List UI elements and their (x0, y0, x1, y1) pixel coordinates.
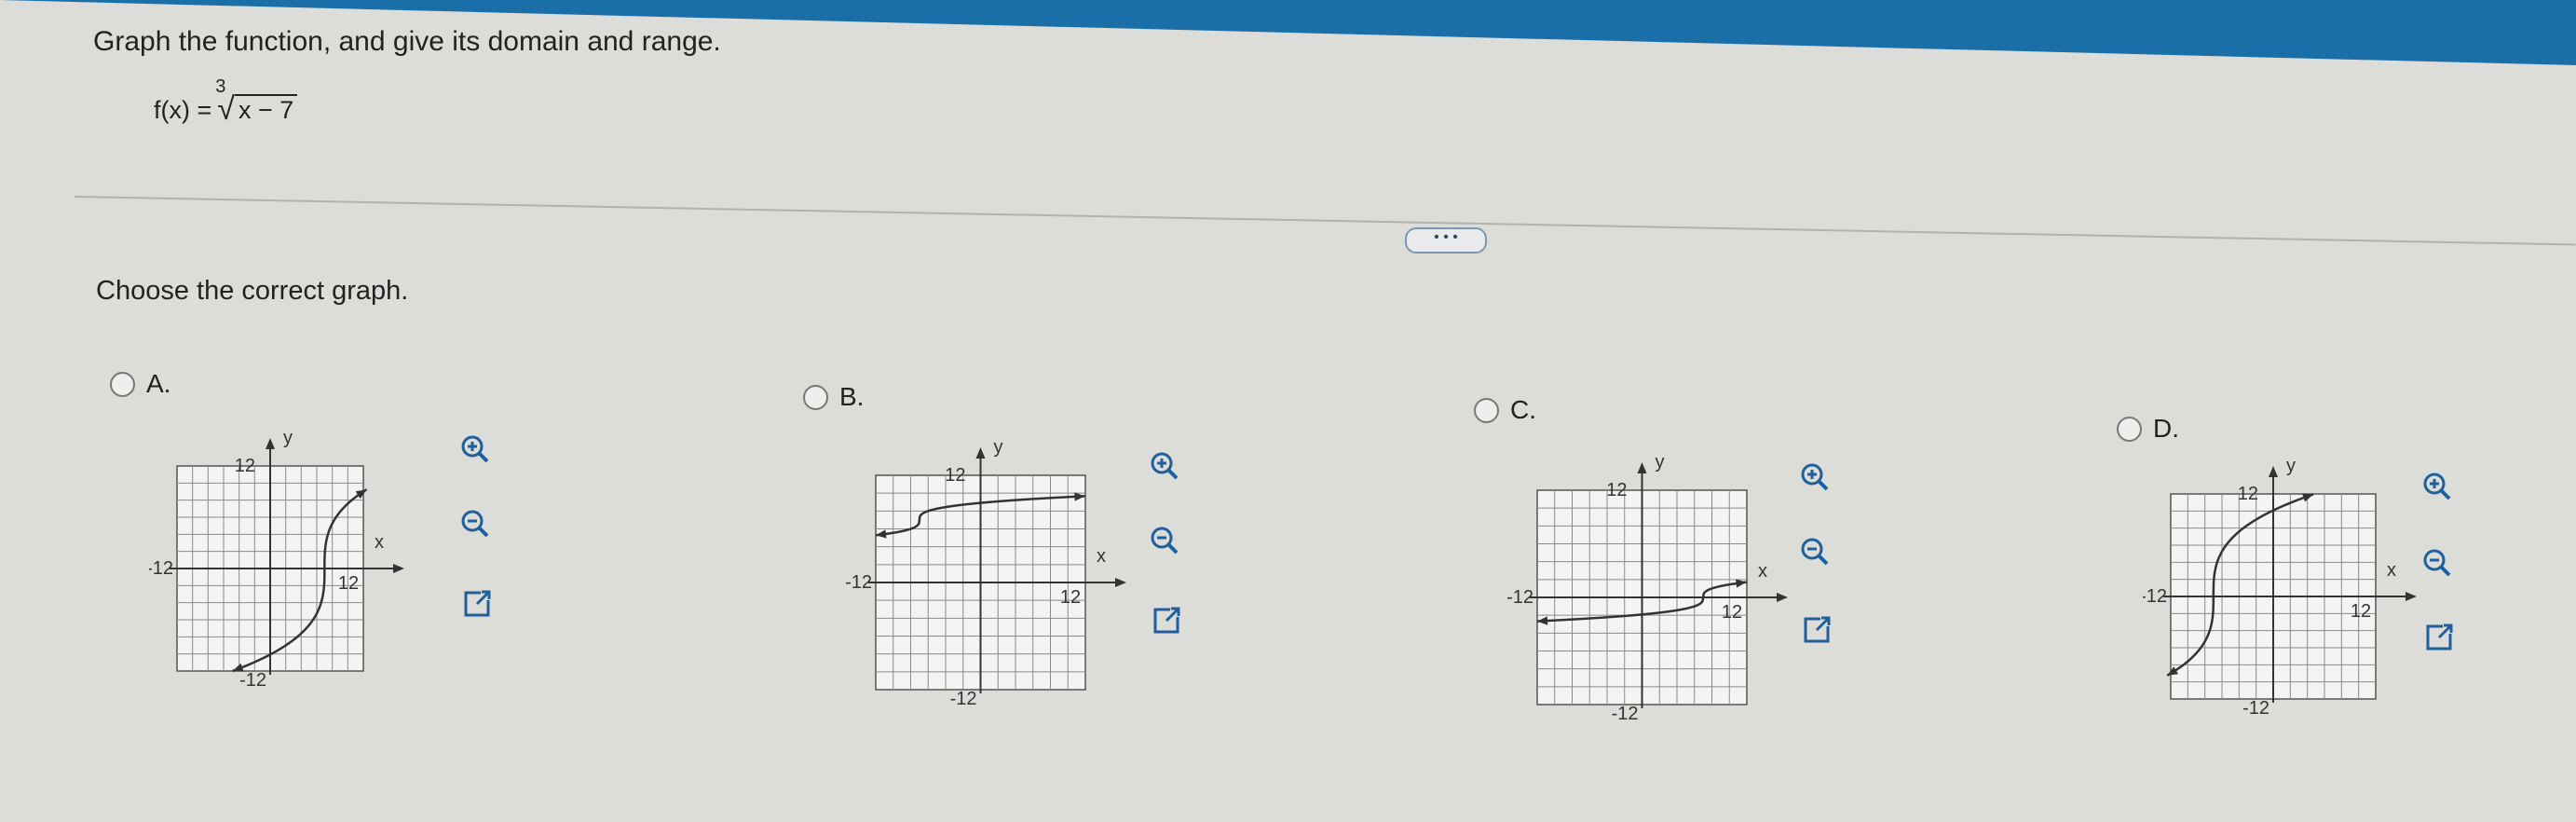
function-lhs: f(x) = (154, 96, 212, 124)
open-external-icon[interactable] (458, 585, 496, 623)
tick-label-top: 12 (1606, 480, 1627, 500)
section-divider (74, 196, 2576, 246)
x-axis-label: x (1758, 561, 1767, 582)
tick-label-right: 12 (2351, 601, 2371, 622)
option-letter: C. (1510, 395, 1536, 424)
option-letter: A. (146, 369, 171, 398)
radicand: x − 7 (234, 94, 298, 125)
y-axis-label: y (2286, 457, 2296, 476)
tick-label-bottom: -12 (239, 670, 266, 690)
option-c[interactable]: C. (1474, 395, 1536, 425)
y-axis-arrow (975, 447, 986, 459)
zoom-out-icon[interactable] (1796, 533, 1833, 570)
tick-label-bottom: -12 (950, 689, 977, 708)
radio-button[interactable] (803, 384, 828, 410)
zoom-in-icon[interactable] (2419, 468, 2456, 505)
zoom-out-icon[interactable] (1146, 522, 1183, 559)
y-axis-label: y (1656, 452, 1665, 473)
question-prompt: Graph the function, and give its domain … (93, 26, 721, 57)
function-formula: f(x) = 3 √ x − 7 (154, 76, 298, 127)
x-axis-label: x (1097, 546, 1106, 567)
more-options-button[interactable]: • • • (1405, 227, 1487, 253)
tick-label-left: -12 (845, 572, 872, 593)
tick-label-left: -12 (149, 558, 173, 579)
graph-c: y x 12 -12 -12 12 (1506, 452, 1788, 723)
zoom-in-icon[interactable] (1796, 459, 1833, 496)
tick-label-left: -12 (2143, 586, 2167, 607)
graph-b: y x 12 -12 -12 12 (845, 437, 1126, 708)
option-a[interactable]: A. (110, 369, 170, 399)
tick-label-top: 12 (945, 465, 965, 486)
x-axis-arrow (2406, 592, 2417, 601)
y-axis-label: y (283, 428, 293, 448)
tick-label-top: 12 (2238, 484, 2258, 504)
x-axis-label: x (2387, 560, 2396, 581)
y-axis-arrow (266, 438, 275, 449)
zoom-out-icon[interactable] (457, 505, 494, 542)
x-axis-arrow (1777, 593, 1788, 602)
zoom-in-icon[interactable] (457, 431, 494, 468)
graph-d: y x 12 -12 -12 12 (2143, 457, 2417, 719)
tick-label-bottom: -12 (2242, 698, 2269, 719)
graph-a: y x 12 -12 -12 12 (149, 428, 404, 690)
radio-button[interactable] (1474, 397, 1499, 423)
y-axis-arrow (2269, 466, 2278, 477)
radio-button[interactable] (110, 371, 135, 397)
instruction-text: Choose the correct graph. (96, 276, 409, 306)
tick-label-left: -12 (1506, 587, 1533, 608)
y-axis-arrow (1637, 462, 1647, 473)
root-index: 3 (215, 76, 226, 97)
cube-root: 3 √ x − 7 (215, 76, 298, 127)
x-axis-arrow (393, 564, 404, 573)
option-d[interactable]: D. (2117, 414, 2179, 444)
option-letter: D. (2153, 414, 2179, 443)
radical-sign: √ (217, 91, 235, 127)
open-external-icon[interactable] (2420, 619, 2458, 656)
y-axis-label: y (994, 437, 1003, 458)
option-letter: B. (839, 382, 865, 411)
tick-label-bottom: -12 (1612, 704, 1639, 723)
open-external-icon[interactable] (1148, 602, 1185, 639)
tick-label-right: 12 (1722, 602, 1742, 623)
radio-button[interactable] (2117, 416, 2142, 442)
zoom-out-icon[interactable] (2419, 544, 2456, 582)
x-axis-label: x (375, 532, 384, 553)
zoom-in-icon[interactable] (1146, 447, 1183, 485)
tick-label-top: 12 (235, 456, 255, 476)
tick-label-right: 12 (1060, 587, 1081, 608)
open-external-icon[interactable] (1798, 611, 1835, 649)
tick-label-right: 12 (338, 573, 359, 594)
option-b[interactable]: B. (803, 382, 864, 412)
x-axis-arrow (1115, 578, 1126, 587)
